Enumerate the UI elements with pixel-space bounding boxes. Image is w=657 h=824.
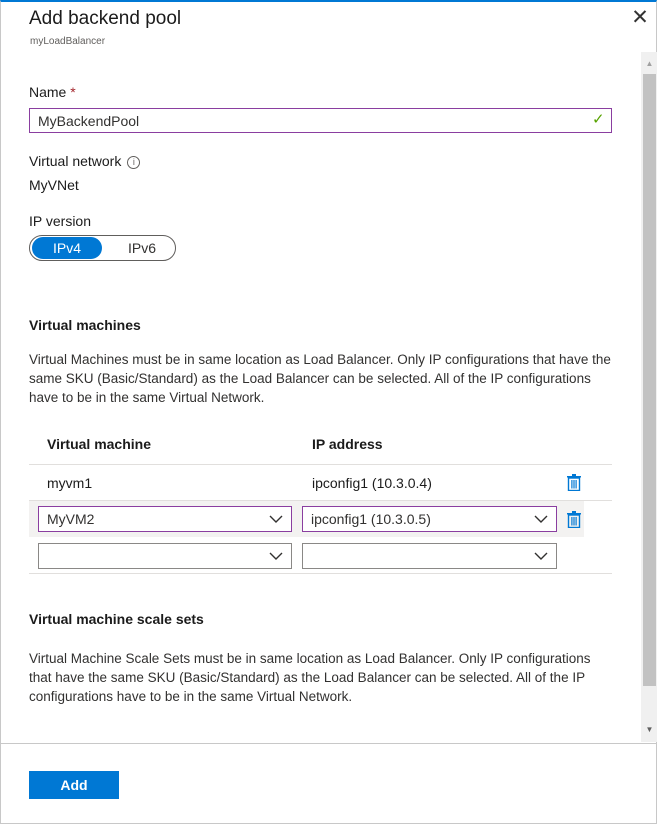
info-icon[interactable]: i xyxy=(127,156,141,169)
ip-version-label: IP version xyxy=(29,213,91,229)
column-header-ip-address: IP address xyxy=(312,436,383,452)
ip-version-toggle: IPv4 IPv6 xyxy=(29,235,176,261)
trash-icon[interactable] xyxy=(567,511,581,528)
close-icon[interactable]: ✕ xyxy=(630,7,650,30)
name-input[interactable] xyxy=(29,108,612,133)
row3-ip-select[interactable] xyxy=(302,543,557,569)
column-header-virtual-machine: Virtual machine xyxy=(47,436,152,452)
row1-vm: myvm1 xyxy=(47,475,93,491)
add-button[interactable]: Add xyxy=(29,771,119,799)
chevron-down-icon xyxy=(534,552,548,560)
checkmark-icon: ✓ xyxy=(592,111,605,128)
footer-divider xyxy=(1,743,656,744)
vertical-scrollbar[interactable]: ▲ ▼ xyxy=(641,52,657,742)
ipv6-option[interactable]: IPv6 xyxy=(110,237,174,259)
panel-title: Add backend pool xyxy=(29,8,182,29)
row2-ip-value: ipconfig1 (10.3.0.5) xyxy=(311,511,431,527)
scrollbar-thumb[interactable] xyxy=(643,74,656,686)
virtual-network-label-text: Virtual network xyxy=(29,153,122,169)
ipv4-option[interactable]: IPv4 xyxy=(32,237,102,259)
table-header-divider xyxy=(29,464,612,465)
virtual-machines-description: Virtual Machines must be in same locatio… xyxy=(29,352,611,405)
chevron-down-icon xyxy=(269,515,283,523)
row-divider xyxy=(29,573,612,574)
chevron-down-icon xyxy=(534,515,548,523)
row2-ip-select[interactable]: ipconfig1 (10.3.0.5) xyxy=(302,506,557,532)
row3-vm-select[interactable] xyxy=(38,543,292,569)
required-marker: * xyxy=(70,84,76,100)
virtual-network-value: MyVNet xyxy=(29,177,79,193)
trash-icon[interactable] xyxy=(567,474,581,491)
name-label-text: Name xyxy=(29,84,67,100)
row2-vm-select[interactable]: MyVM2 xyxy=(38,506,292,532)
scroll-up-arrow-icon[interactable]: ▲ xyxy=(641,56,657,72)
name-label: Name * xyxy=(29,84,76,100)
virtual-machines-heading: Virtual machines xyxy=(29,317,141,333)
add-backend-pool-panel: Add backend pool myLoadBalancer ✕ Name *… xyxy=(0,0,657,824)
scroll-down-arrow-icon[interactable]: ▼ xyxy=(641,722,657,738)
panel-subtitle: myLoadBalancer xyxy=(30,36,106,47)
row2-vm-value: MyVM2 xyxy=(47,511,95,527)
chevron-down-icon xyxy=(269,552,283,560)
row1-ip: ipconfig1 (10.3.0.4) xyxy=(312,475,432,491)
scale-sets-heading: Virtual machine scale sets xyxy=(29,611,204,627)
virtual-network-label: Virtual network i xyxy=(29,153,141,169)
scale-sets-description: Virtual Machine Scale Sets must be in sa… xyxy=(29,651,591,704)
